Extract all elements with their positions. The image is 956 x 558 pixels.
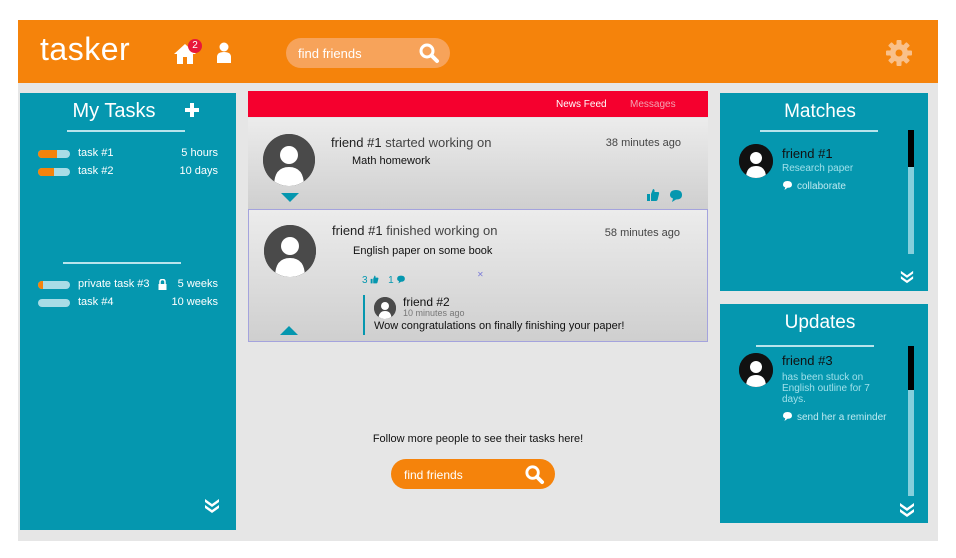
search-icon[interactable] — [524, 464, 545, 485]
task-name: task #1 — [78, 147, 114, 159]
task-progress-bar — [38, 299, 70, 307]
add-task-icon[interactable] — [184, 102, 200, 118]
divider — [756, 345, 874, 347]
collaborate-link[interactable]: collaborate — [782, 181, 846, 192]
task-progress-bar — [38, 150, 70, 158]
avatar[interactable] — [739, 144, 773, 178]
friend-search-bar — [391, 459, 555, 489]
like-count: 3 — [362, 275, 368, 286]
update-name[interactable]: friend #3 — [782, 353, 833, 368]
matches-panel: Matches friend #1 Research paper collabo… — [720, 93, 928, 291]
tab-messages[interactable]: Messages — [630, 99, 676, 110]
thumbs-up-icon[interactable] — [646, 188, 660, 202]
logo: tasker — [40, 31, 131, 67]
feed-tabs: News Feed Messages — [248, 91, 708, 117]
collapse-icon[interactable] — [280, 326, 298, 335]
post-headline: friend #1 finished working on — [332, 223, 498, 238]
feed-post: friend #1 started working on Math homewo… — [248, 118, 708, 209]
scrollbar[interactable] — [908, 346, 914, 496]
match-task: Research paper — [782, 163, 854, 174]
updates-title: Updates — [784, 312, 856, 333]
post-action: started working on — [385, 135, 492, 150]
task-name: task #2 — [78, 165, 114, 177]
task-time: 10 weeks — [171, 296, 218, 308]
post-task: English paper on some book — [353, 245, 493, 257]
avatar[interactable] — [263, 134, 315, 186]
task-row[interactable]: private task #3 5 weeks — [38, 278, 218, 292]
comment-author[interactable]: friend #2 — [403, 295, 450, 309]
my-tasks-title: My Tasks — [72, 100, 156, 122]
post-headline: friend #1 started working on — [331, 135, 491, 150]
task-row[interactable]: task #1 5 hours — [38, 147, 218, 161]
task-progress-bar — [38, 168, 70, 176]
comment-icon[interactable] — [669, 189, 683, 203]
scrollbar-thumb[interactable] — [908, 130, 914, 167]
my-tasks-panel: My Tasks task #1 5 hours task #2 10 days… — [20, 93, 236, 530]
divider — [67, 130, 185, 132]
update-text: has been stuck on English outline for 7 … — [782, 372, 870, 405]
post-reactions: 3 1 — [362, 275, 406, 286]
tab-news-feed[interactable]: News Feed — [556, 99, 607, 110]
task-progress-bar — [38, 281, 70, 289]
post-timestamp: 38 minutes ago — [605, 137, 681, 149]
avatar[interactable] — [264, 225, 316, 277]
comment: friend #2 10 minutes ago Wow congratulat… — [363, 295, 685, 335]
comment-icon — [783, 181, 792, 190]
scrollbar[interactable] — [908, 130, 914, 254]
match-name[interactable]: friend #1 — [782, 146, 833, 161]
notification-badge: 2 — [188, 39, 202, 53]
friend-search-input[interactable] — [298, 44, 416, 62]
avatar[interactable] — [374, 297, 396, 319]
friend-link[interactable]: friend #1 — [331, 135, 382, 150]
scrollbar-thumb[interactable] — [908, 346, 914, 390]
close-icon[interactable]: ✕ — [477, 270, 484, 279]
comment-text: Wow congratulations on finally finishing… — [374, 320, 625, 332]
comment-timestamp: 10 minutes ago — [403, 308, 465, 318]
friend-search-bar — [286, 38, 450, 68]
send-reminder-link[interactable]: send her a reminder — [782, 412, 887, 423]
comment-count: 1 — [388, 275, 394, 286]
task-time: 5 hours — [181, 147, 218, 159]
comment-icon[interactable] — [396, 275, 406, 284]
task-time: 5 weeks — [177, 278, 218, 290]
post-timestamp: 58 minutes ago — [604, 227, 680, 239]
lock-icon — [158, 279, 167, 290]
task-time: 10 days — [179, 165, 218, 177]
updates-panel: Updates friend #3 has been stuck on Engl… — [720, 304, 928, 523]
thumbs-up-icon[interactable] — [370, 275, 379, 284]
task-name: task #4 — [78, 296, 114, 308]
divider — [63, 262, 181, 264]
post-action: finished working on — [386, 223, 498, 238]
feed-post: friend #1 finished working on English pa… — [248, 209, 708, 342]
expand-icon[interactable] — [281, 193, 299, 202]
friend-search-input[interactable] — [404, 466, 519, 483]
task-row[interactable]: task #4 10 weeks — [38, 296, 218, 310]
profile-icon[interactable] — [216, 42, 232, 64]
gear-icon[interactable] — [886, 40, 912, 66]
comment-icon — [783, 412, 792, 421]
matches-title: Matches — [784, 101, 856, 122]
friend-link[interactable]: friend #1 — [332, 223, 383, 238]
search-icon[interactable] — [418, 42, 440, 64]
task-name: private task #3 — [78, 278, 150, 290]
chevron-down-icon[interactable] — [899, 502, 915, 518]
post-task: Math homework — [352, 155, 431, 167]
top-bar: tasker 2 — [18, 20, 938, 83]
avatar[interactable] — [739, 353, 773, 387]
app: tasker 2 My Task — [18, 20, 938, 541]
chevron-down-icon[interactable] — [900, 270, 914, 284]
task-row[interactable]: task #2 10 days — [38, 165, 218, 179]
divider — [760, 130, 878, 132]
follow-prompt: Follow more people to see their tasks he… — [372, 433, 584, 445]
news-feed: News Feed Messages friend #1 started wor… — [248, 91, 708, 543]
chevron-down-icon[interactable] — [204, 498, 220, 514]
